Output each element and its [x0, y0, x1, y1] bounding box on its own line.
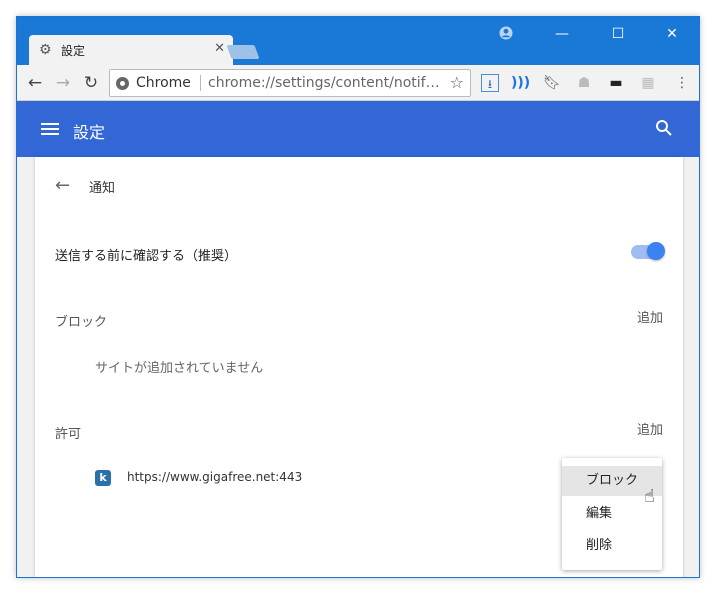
menu-dots-icon[interactable]: ⋮ — [673, 74, 691, 92]
new-tab-button[interactable] — [226, 45, 260, 59]
site-name: Chrome — [136, 75, 191, 91]
allow-add-button[interactable]: 追加 — [637, 419, 663, 438]
puzzle-icon[interactable]: ▦ — [639, 74, 657, 92]
minimize-button[interactable]: — — [539, 23, 585, 47]
settings-header: 設定 — [17, 101, 699, 157]
ask-before-sending-toggle[interactable] — [631, 242, 665, 260]
site-url: https://www.gigafree.net:443 — [127, 470, 303, 484]
maximize-button[interactable]: ☐ — [595, 23, 641, 47]
title-bar: ⚙ 設定 ✕ — ☐ ✕ — [17, 17, 699, 65]
hamburger-menu-icon[interactable] — [41, 120, 59, 138]
reload-icon[interactable]: ↻ — [81, 73, 101, 93]
browser-toolbar: ← → ↻ Chrome chrome://settings/content/n… — [17, 65, 699, 101]
wifi-icon[interactable]: ))) — [511, 74, 530, 92]
allowed-site-row[interactable]: k https://www.gigafree.net:443 — [95, 469, 395, 489]
star-icon[interactable]: ☆ — [450, 73, 464, 92]
tab-title: 設定 — [61, 44, 86, 58]
back-icon[interactable]: ← — [25, 73, 45, 93]
allow-section-label: 許可 — [55, 427, 82, 442]
menu-item-delete[interactable]: 削除 — [562, 531, 662, 561]
site-action-menu: ブロック 編集 削除 — [562, 458, 662, 570]
mask-icon[interactable]: ▬ — [607, 74, 625, 92]
close-button[interactable]: ✕ — [649, 23, 695, 47]
page-title: 通知 — [89, 181, 116, 196]
block-section-label: ブロック — [55, 315, 108, 330]
back-arrow-icon[interactable]: ← — [55, 175, 70, 196]
forward-icon[interactable]: → — [53, 73, 73, 93]
ask-before-sending-label: 送信する前に確認する（推奨） — [55, 249, 238, 264]
search-icon[interactable] — [655, 119, 675, 139]
gear-icon: ⚙ — [39, 42, 52, 58]
address-bar[interactable]: Chrome chrome://settings/content/notif… … — [109, 69, 471, 97]
bookmark-icon[interactable]: 🔖︎ — [543, 74, 561, 92]
toggle-knob — [647, 242, 665, 260]
account-icon[interactable] — [497, 25, 515, 43]
divider — [200, 75, 201, 91]
block-empty-text: サイトが追加されていません — [95, 361, 264, 376]
download-icon[interactable]: ⭳ — [481, 74, 499, 92]
ghost-icon[interactable]: ☗ — [575, 74, 593, 92]
settings-title: 設定 — [73, 123, 106, 142]
site-favicon-icon: k — [95, 470, 111, 486]
tab-close-icon[interactable]: ✕ — [214, 41, 225, 56]
hand-cursor-icon: ☝ — [644, 486, 655, 507]
chrome-icon — [116, 77, 129, 90]
block-add-button[interactable]: 追加 — [637, 307, 663, 326]
url-text[interactable]: chrome://settings/content/notif… — [208, 75, 440, 91]
tab-settings[interactable]: ⚙ 設定 ✕ — [29, 35, 233, 65]
